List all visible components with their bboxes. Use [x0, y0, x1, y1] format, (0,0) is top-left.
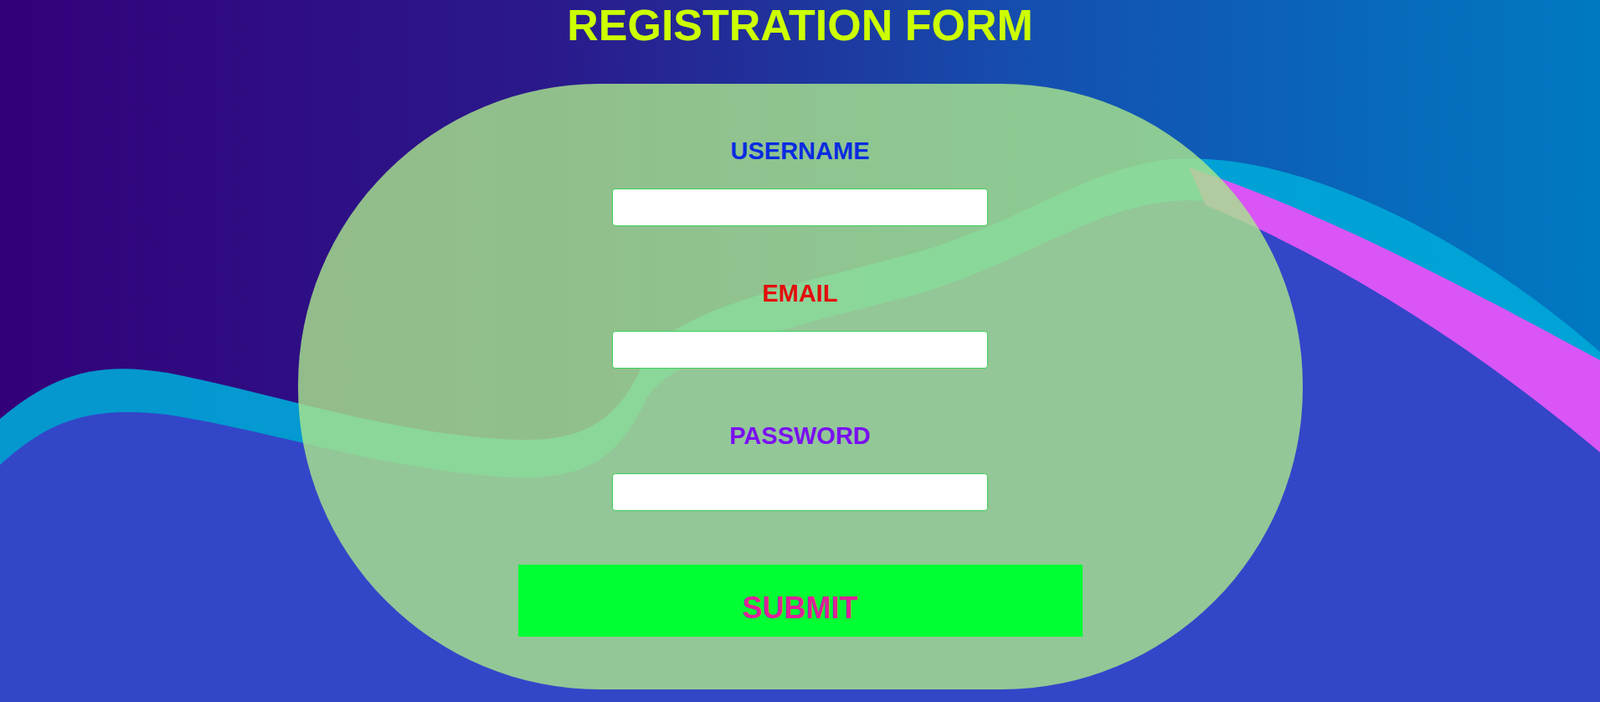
- registration-page: REGISTRATION FORM USERNAME EMAIL PASSWORD SU…: [0, 0, 1600, 702]
- field-label: EMAIL: [761, 279, 838, 307]
- form-title: REGISTRATION FORM: [566, 0, 1034, 49]
- form-field: PASSWORD: [612, 421, 988, 511]
- field-label: PASSWORD: [729, 421, 871, 449]
- registration-form: USERNAME EMAIL PASSWORD SUBMIT: [298, 83, 1303, 690]
- submit-button[interactable]: SUBMIT: [518, 564, 1083, 637]
- form-field: EMAIL: [612, 279, 988, 369]
- form-field: USERNAME: [612, 137, 988, 227]
- username-input[interactable]: [612, 188, 988, 227]
- field-label: USERNAME: [730, 137, 870, 165]
- email-input[interactable]: [612, 330, 988, 369]
- password-input[interactable]: [612, 473, 988, 511]
